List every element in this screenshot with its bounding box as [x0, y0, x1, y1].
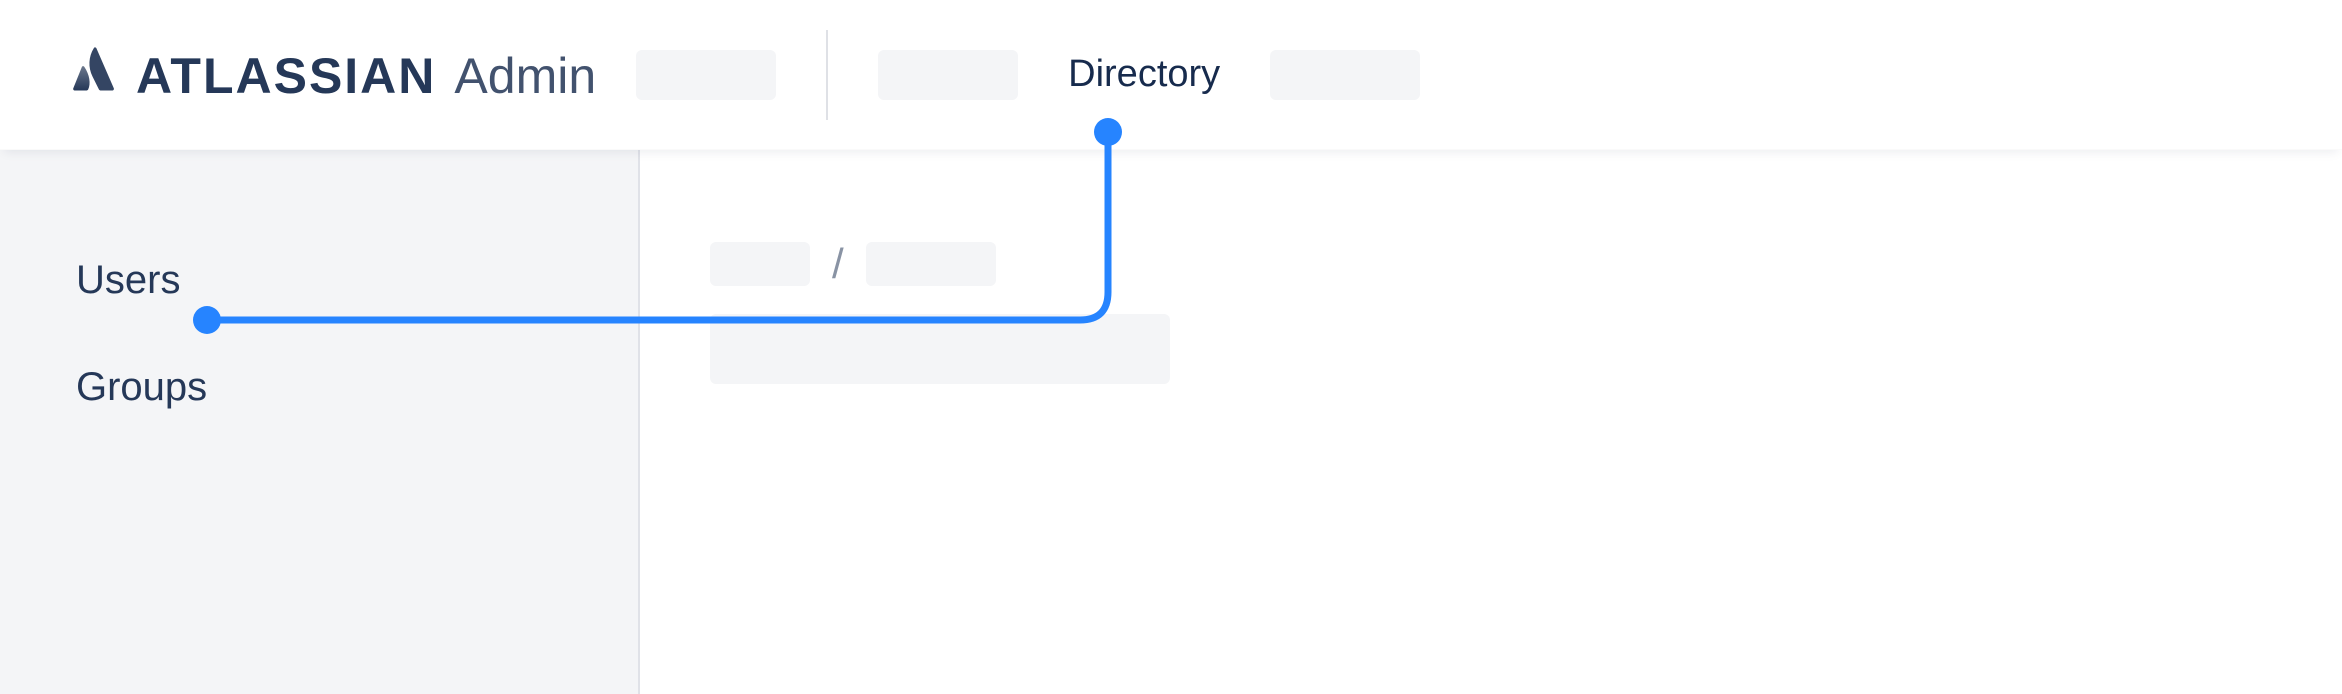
- page-title-placeholder: [710, 314, 1170, 384]
- brand-suffix: Admin: [454, 47, 596, 105]
- topbar: ATLASSIAN Admin Directory: [0, 0, 2342, 150]
- sidebar-item-users[interactable]: Users: [70, 240, 578, 321]
- breadcrumb-separator: /: [832, 240, 844, 288]
- brand[interactable]: ATLASSIAN Admin: [70, 45, 596, 105]
- page-body: Users Groups /: [0, 150, 2342, 694]
- breadcrumb-placeholder[interactable]: [710, 242, 810, 286]
- sidebar: Users Groups: [0, 150, 640, 694]
- nav-item-placeholder[interactable]: [1270, 50, 1420, 100]
- atlassian-logo-icon: [70, 45, 118, 93]
- sidebar-item-groups[interactable]: Groups: [70, 347, 578, 428]
- breadcrumb-placeholder[interactable]: [866, 242, 996, 286]
- nav-item-directory[interactable]: Directory: [1058, 47, 1230, 102]
- nav-item-placeholder[interactable]: [636, 50, 776, 100]
- brand-name: ATLASSIAN: [136, 47, 436, 105]
- nav-item-placeholder[interactable]: [878, 50, 1018, 100]
- main-content: /: [640, 150, 2342, 694]
- nav-separator: [826, 30, 828, 120]
- breadcrumb: /: [710, 240, 2342, 288]
